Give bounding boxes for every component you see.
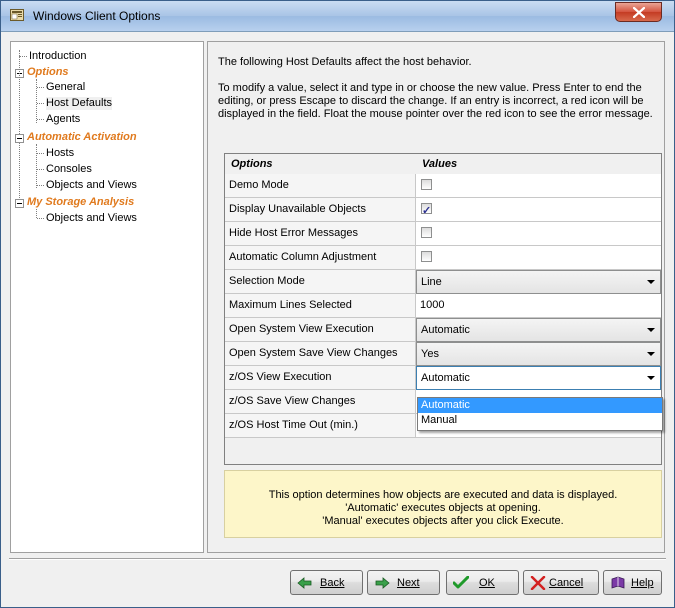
open-system-view-execution-dropdown[interactable]: Automatic xyxy=(416,318,661,342)
collapse-icon[interactable] xyxy=(15,199,24,208)
table-row[interactable]: Hide Host Error Messages xyxy=(225,222,661,246)
option-label: Automatic Column Adjustment xyxy=(225,246,416,270)
window-options-icon xyxy=(10,9,24,21)
window-title: Windows Client Options xyxy=(33,9,161,23)
table-row[interactable]: Display Unavailable Objects xyxy=(225,198,661,223)
back-button[interactable]: Back xyxy=(290,570,363,595)
tree-item-my-storage-analysis[interactable]: My Storage Analysis xyxy=(27,196,134,209)
options-window: Windows Client Options Introduction Opti… xyxy=(0,0,675,608)
dropdown-option-automatic[interactable]: Automatic xyxy=(418,398,662,413)
tree-item-general[interactable]: General xyxy=(46,81,85,94)
option-label: z/OS View Execution xyxy=(225,366,416,390)
option-label: Hide Host Error Messages xyxy=(225,222,416,246)
table-row[interactable]: Maximum Lines Selected 1000 xyxy=(225,294,661,318)
collapse-icon[interactable] xyxy=(15,134,24,143)
chevron-down-icon[interactable] xyxy=(642,343,660,365)
tree-item-host-defaults[interactable]: Host Defaults xyxy=(46,97,113,110)
back-arrow-icon xyxy=(297,576,313,590)
instructions-text: To modify a value, select it and type in… xyxy=(218,82,653,120)
option-label: Open System Save View Changes xyxy=(225,342,416,366)
option-label: Open System View Execution xyxy=(225,318,416,342)
table-row[interactable]: Selection Mode Line xyxy=(225,270,661,294)
info-line: This option determines how objects are e… xyxy=(268,489,618,501)
tree-item-options[interactable]: Options xyxy=(27,66,69,79)
option-label: Maximum Lines Selected xyxy=(225,294,416,318)
info-line: 'Automatic' executes objects at opening. xyxy=(345,502,541,514)
column-header-options[interactable]: Options xyxy=(225,154,416,174)
host-defaults-panel: The following Host Defaults affect the h… xyxy=(207,41,665,553)
zos-view-execution-dropdown[interactable]: Automatic xyxy=(416,366,661,390)
option-label: Demo Mode xyxy=(225,174,416,198)
navigation-tree: Introduction Options General Host Defaul… xyxy=(10,41,204,553)
maximum-lines-field[interactable]: 1000 xyxy=(416,294,661,318)
content-frame: Introduction Options General Host Defaul… xyxy=(9,37,666,601)
tree-item-objects-and-views[interactable]: Objects and Views xyxy=(46,179,137,192)
chevron-down-icon[interactable] xyxy=(642,271,660,293)
chevron-down-icon[interactable] xyxy=(642,367,660,389)
ok-button[interactable]: OK xyxy=(446,570,519,595)
close-icon xyxy=(633,7,645,18)
tree-item-agents[interactable]: Agents xyxy=(46,113,80,126)
column-header-values[interactable]: Values xyxy=(416,154,661,174)
checkmark-icon xyxy=(452,575,470,590)
info-line: 'Manual' executes objects after you clic… xyxy=(322,515,564,527)
title-bar[interactable]: Windows Client Options xyxy=(1,1,674,32)
option-label: Display Unavailable Objects xyxy=(225,198,416,222)
table-row[interactable]: z/OS View Execution Automatic xyxy=(225,366,661,390)
automatic-column-adjustment-checkbox[interactable] xyxy=(421,251,432,262)
help-book-icon xyxy=(610,576,626,590)
cancel-button[interactable]: Cancel xyxy=(523,570,599,595)
next-arrow-icon xyxy=(374,576,390,590)
close-button[interactable] xyxy=(615,2,662,22)
table-row[interactable]: Automatic Column Adjustment xyxy=(225,246,661,270)
option-label: z/OS Host Time Out (min.) xyxy=(225,414,416,438)
option-label: z/OS Save View Changes xyxy=(225,390,416,414)
open-system-save-view-changes-dropdown[interactable]: Yes xyxy=(416,342,661,366)
hide-host-error-messages-checkbox[interactable] xyxy=(421,227,432,238)
demo-mode-checkbox[interactable] xyxy=(421,179,432,190)
x-icon xyxy=(530,575,546,591)
tree-item-hosts[interactable]: Hosts xyxy=(46,147,74,160)
display-unavailable-objects-checkbox[interactable] xyxy=(421,200,432,223)
options-grid: Options Values Demo Mode Display Unavail… xyxy=(224,153,663,465)
tree-item-automatic-activation[interactable]: Automatic Activation xyxy=(27,131,137,144)
option-label: Selection Mode xyxy=(225,270,416,294)
dropdown-option-manual[interactable]: Manual xyxy=(418,413,662,428)
tree-item-consoles[interactable]: Consoles xyxy=(46,163,92,176)
selection-mode-dropdown[interactable]: Line xyxy=(416,270,661,294)
tree-item-introduction[interactable]: Introduction xyxy=(29,50,86,63)
intro-text: The following Host Defaults affect the h… xyxy=(218,56,472,68)
chevron-down-icon[interactable] xyxy=(642,319,660,341)
tree-item-objects-and-views-2[interactable]: Objects and Views xyxy=(46,212,137,225)
dropdown-list[interactable]: Automatic Manual xyxy=(417,397,663,431)
table-row[interactable]: Open System Save View Changes Yes xyxy=(225,342,661,366)
table-row[interactable]: Open System View Execution Automatic xyxy=(225,318,661,342)
next-button[interactable]: Next xyxy=(367,570,440,595)
table-row[interactable]: Demo Mode xyxy=(225,174,661,198)
help-button[interactable]: Help xyxy=(603,570,662,595)
help-info-box: This option determines how objects are e… xyxy=(224,470,662,538)
divider xyxy=(9,558,666,560)
